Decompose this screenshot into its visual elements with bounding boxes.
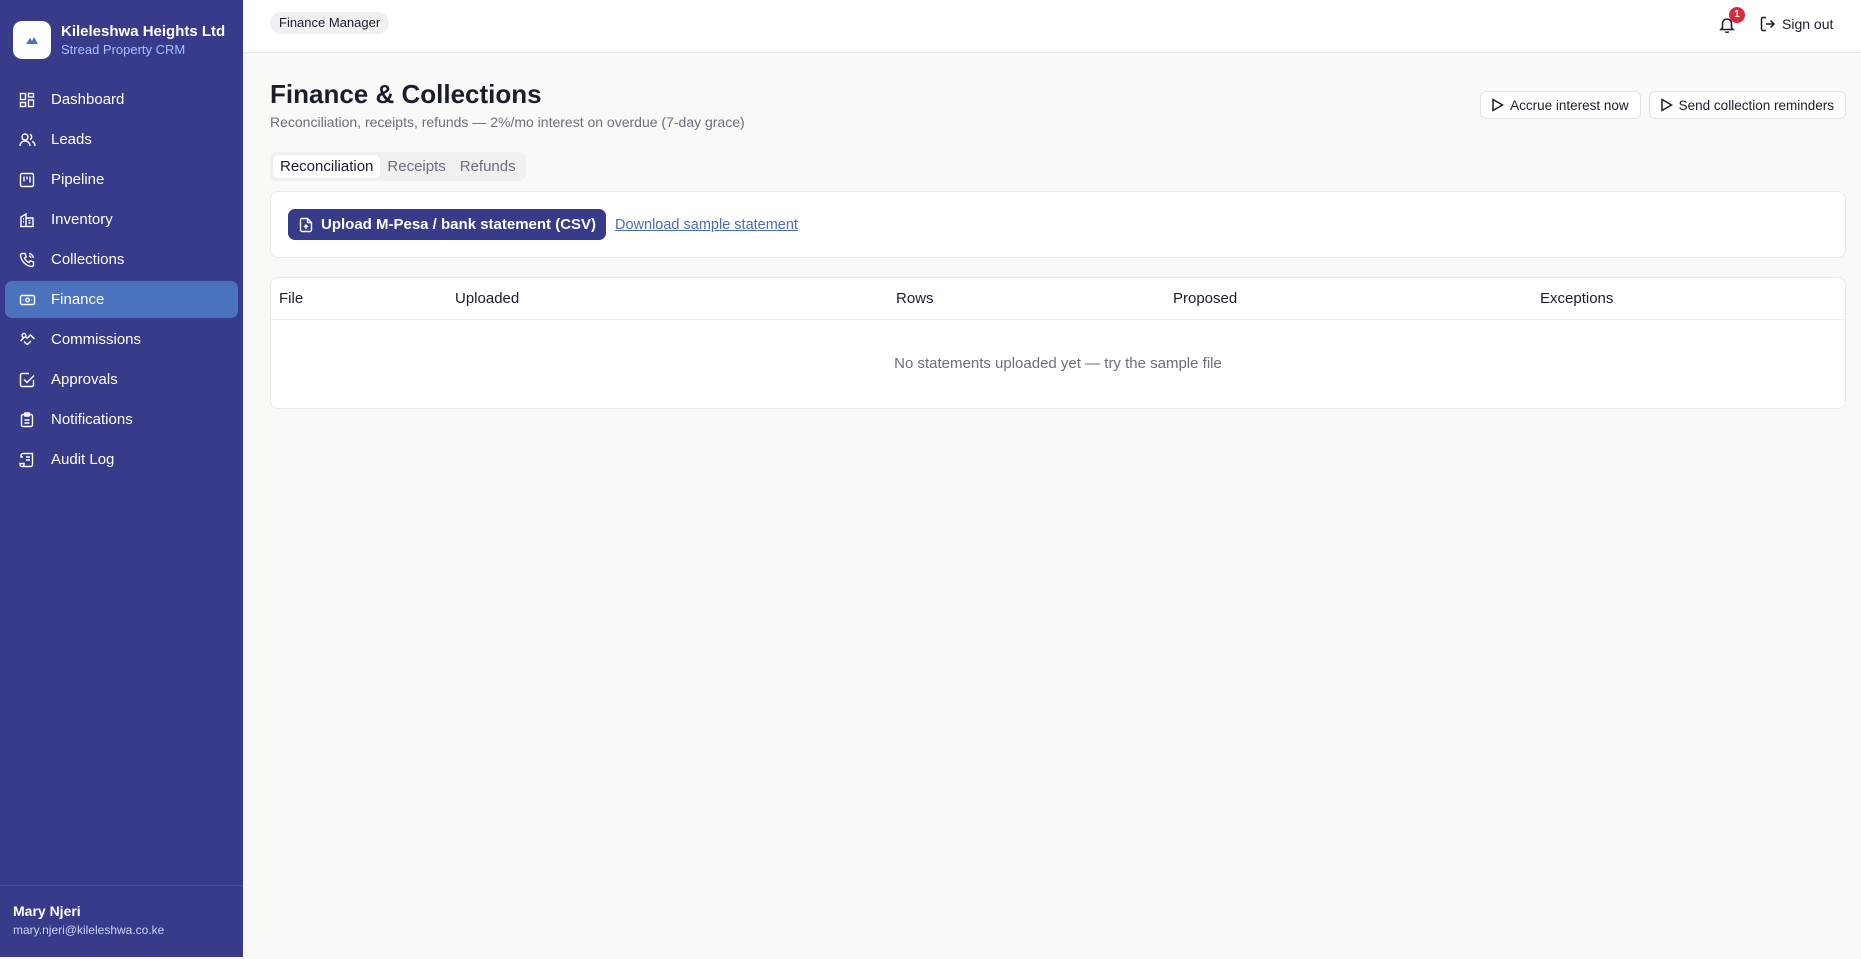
sidebar-item-label: Collections	[51, 251, 125, 268]
sidebar-item-inventory[interactable]: Inventory	[5, 201, 238, 238]
topbar: Finance Manager 1 Sign out	[243, 0, 1861, 53]
tab-refunds[interactable]: Refunds	[453, 155, 523, 178]
send-reminders-label: Send collection reminders	[1678, 97, 1834, 113]
accrue-interest-label: Accrue interest now	[1510, 97, 1629, 113]
phone-icon	[18, 251, 36, 269]
user-profile: Mary Njeri mary.njeri@kileleshwa.co.ke	[0, 885, 243, 957]
play-icon	[1660, 98, 1673, 112]
upload-statement-button[interactable]: Upload M-Pesa / bank statement (CSV)	[288, 209, 607, 240]
sign-out-label: Sign out	[1782, 16, 1834, 32]
sidebar-item-dashboard[interactable]: Dashboard	[5, 81, 238, 118]
send-reminders-button[interactable]: Send collection reminders	[1648, 91, 1846, 119]
user-name: Mary Njeri	[13, 903, 81, 919]
sidebar-item-label: Inventory	[51, 211, 113, 228]
handshake-icon	[18, 331, 36, 349]
banknote-icon	[18, 291, 36, 309]
sidebar: Kileleshwa Heights Ltd Stread Property C…	[0, 0, 243, 957]
file-upload-icon	[299, 217, 313, 232]
page-title: Finance & Collections	[270, 79, 542, 109]
sidebar-item-label: Notifications	[51, 411, 133, 428]
tab-reconciliation[interactable]: Reconciliation	[273, 155, 381, 178]
check-square-icon	[18, 371, 36, 389]
download-sample-link[interactable]: Download sample statement	[615, 217, 798, 233]
column-header-proposed: Proposed	[1173, 290, 1238, 307]
page-actions: Accrue interest now Send collection remi…	[1472, 91, 1846, 119]
sidebar-item-audit-log[interactable]: Audit Log	[5, 441, 238, 478]
brand-name: Kileleshwa Heights Ltd	[61, 23, 226, 40]
sidebar-item-label: Approvals	[51, 371, 118, 388]
mountain-icon	[26, 37, 38, 44]
sidebar-item-notifications[interactable]: Notifications	[5, 401, 238, 438]
column-header-rows: Rows	[896, 290, 934, 307]
finance-tabs: Reconciliation Receipts Refunds	[270, 152, 526, 181]
page-subtitle: Reconciliation, receipts, refunds — 2%/m…	[270, 114, 745, 130]
role-badge: Finance Manager	[270, 12, 390, 34]
sidebar-item-collections[interactable]: Collections	[5, 241, 238, 278]
play-icon	[1492, 98, 1505, 112]
sidebar-item-commissions[interactable]: Commissions	[5, 321, 238, 358]
statements-table: File Uploaded Rows Proposed Exceptions N…	[270, 277, 1846, 409]
users-icon	[18, 131, 36, 149]
upload-card: Upload M-Pesa / bank statement (CSV) Dow…	[270, 191, 1846, 258]
scroll-icon	[18, 451, 36, 469]
table-header: File Uploaded Rows Proposed Exceptions	[271, 278, 1845, 320]
sidebar-item-approvals[interactable]: Approvals	[5, 361, 238, 398]
sidebar-item-label: Finance	[51, 291, 105, 308]
sidebar-item-label: Dashboard	[51, 91, 125, 108]
column-header-uploaded: Uploaded	[455, 290, 520, 307]
sidebar-item-label: Leads	[51, 131, 92, 148]
column-header-exceptions: Exceptions	[1540, 290, 1614, 307]
sign-out-button[interactable]: Sign out	[1760, 12, 1833, 36]
column-header-file: File	[279, 290, 304, 307]
brand-logo	[13, 21, 51, 59]
empty-state-message: No statements uploaded yet — try the sam…	[894, 355, 1222, 372]
sidebar-item-pipeline[interactable]: Pipeline	[5, 161, 238, 198]
building-icon	[18, 211, 36, 229]
accrue-interest-button[interactable]: Accrue interest now	[1480, 91, 1641, 119]
clipboard-icon	[18, 411, 36, 429]
sidebar-item-label: Pipeline	[51, 171, 105, 188]
dashboard-grid-icon	[18, 91, 36, 109]
brand: Kileleshwa Heights Ltd Stread Property C…	[0, 0, 243, 66]
sidebar-item-label: Commissions	[51, 331, 142, 348]
sidebar-nav: Dashboard Leads Pipeline Inventory Colle…	[0, 81, 243, 481]
sidebar-item-finance[interactable]: Finance	[5, 281, 238, 318]
kanban-icon	[18, 171, 36, 189]
sidebar-item-label: Audit Log	[51, 451, 115, 468]
sidebar-item-leads[interactable]: Leads	[5, 121, 238, 158]
tab-receipts[interactable]: Receipts	[380, 155, 452, 178]
notification-count-badge: 1	[1729, 7, 1745, 23]
brand-subtitle: Stread Property CRM	[61, 42, 186, 57]
upload-statement-label: Upload M-Pesa / bank statement (CSV)	[321, 216, 597, 233]
log-out-icon	[1760, 16, 1776, 32]
user-email: mary.njeri@kileleshwa.co.ke	[13, 923, 165, 937]
